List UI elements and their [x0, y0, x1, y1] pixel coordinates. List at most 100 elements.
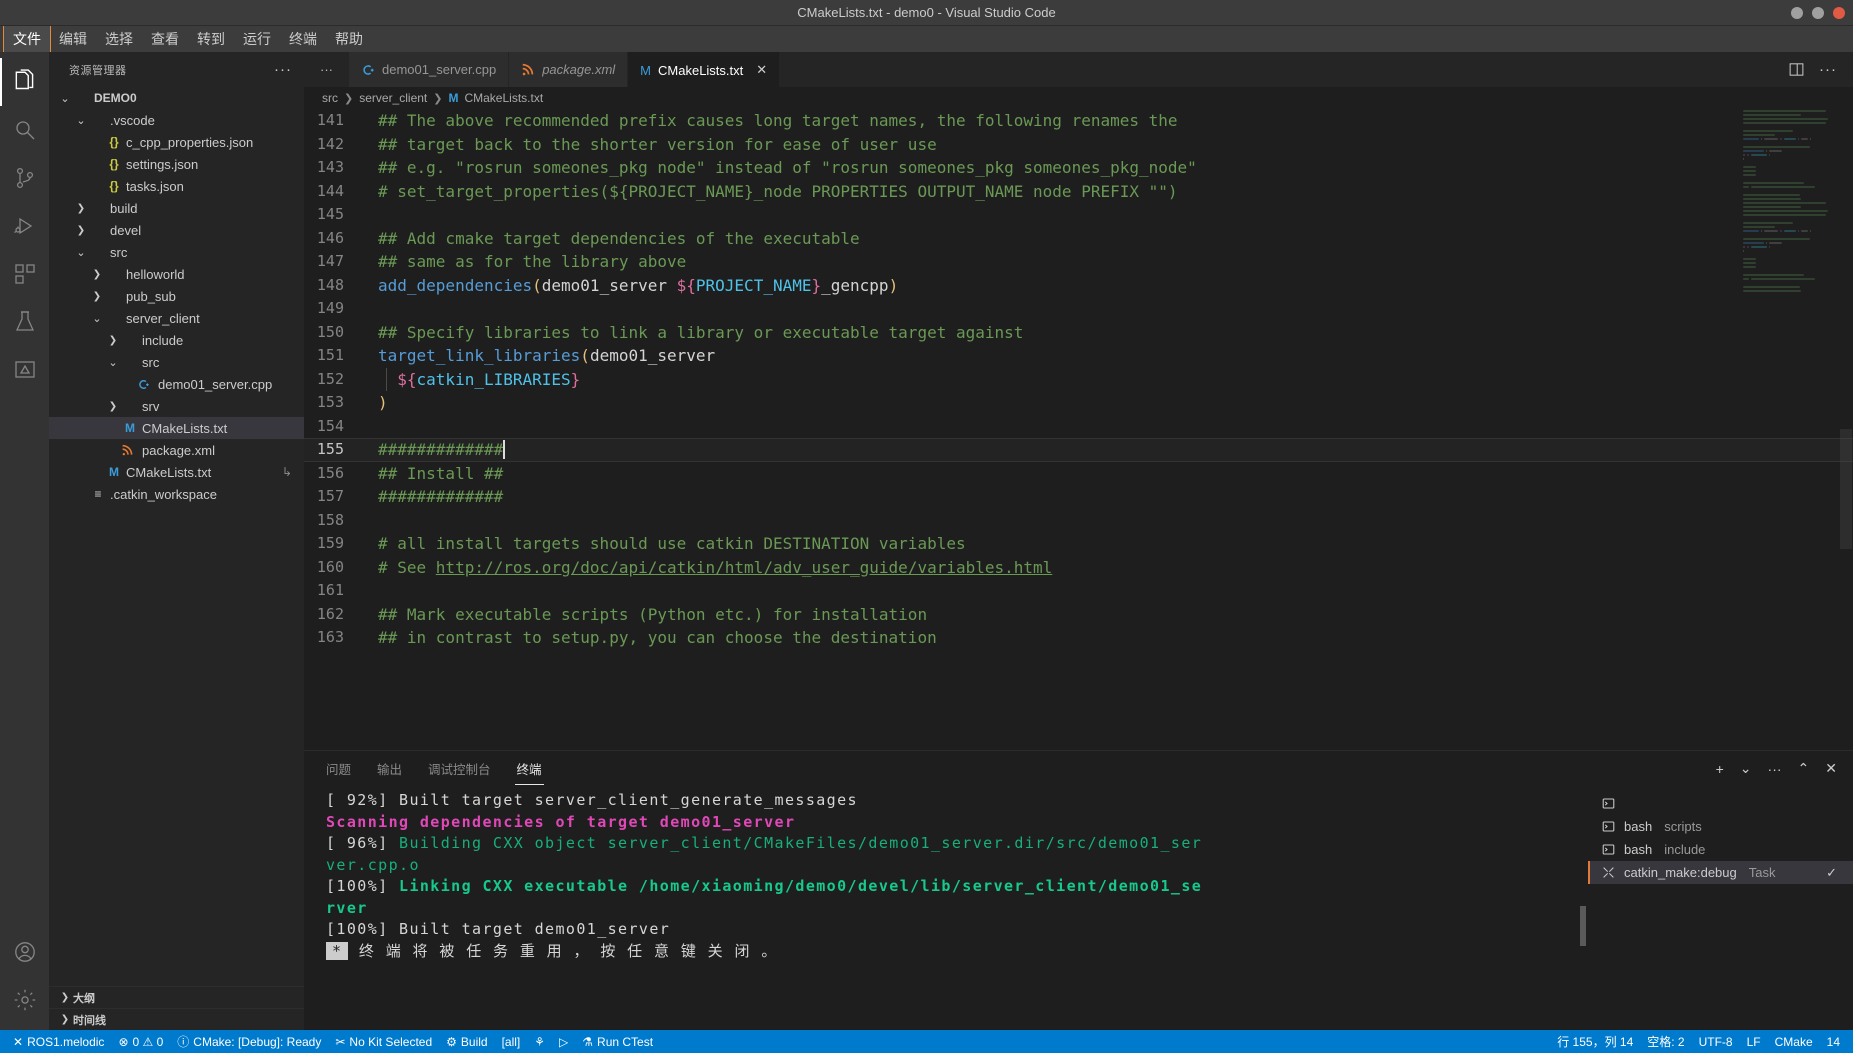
menu-item-4[interactable]: 转到: [188, 26, 234, 52]
kit-selector[interactable]: ✂ No Kit Selected: [328, 1035, 439, 1049]
menu-item-7[interactable]: 帮助: [326, 26, 372, 52]
close-button[interactable]: [1833, 7, 1845, 19]
build-button[interactable]: ⚙ Build: [439, 1035, 494, 1049]
split-editor-icon[interactable]: [1788, 61, 1805, 78]
menu-item-6[interactable]: 终端: [280, 26, 326, 52]
sidebar-section-1[interactable]: ❯ 时间线: [49, 1008, 304, 1030]
line-number: 150: [316, 322, 344, 341]
panel-tab-1[interactable]: 输出: [375, 751, 404, 787]
editor-tab-2[interactable]: M CMakeLists.txt ✕: [628, 52, 781, 87]
tree-item-settings-json[interactable]: {} settings.json: [49, 153, 304, 175]
breadcrumb-item-2[interactable]: CMakeLists.txt: [464, 91, 543, 105]
editor-tab-label: package.xml: [542, 62, 616, 77]
cmake-status[interactable]: ⓘ CMake: [Debug]: Ready: [170, 1033, 328, 1050]
editor-tab-0[interactable]: demo01_server.cpp: [349, 52, 510, 87]
problems[interactable]: ⊗ 0 ⚠ 0: [111, 1035, 170, 1049]
tree-item-src[interactable]: ⌄ src: [49, 351, 304, 373]
terminal-list-item-1[interactable]: bash scripts: [1588, 815, 1853, 838]
code-line-161: 161: [304, 579, 1853, 603]
launch-button[interactable]: ▷: [552, 1035, 575, 1049]
activity-item-search[interactable]: [0, 106, 49, 154]
tree-item-tasks-json[interactable]: {} tasks.json: [49, 175, 304, 197]
menu-item-3[interactable]: 查看: [142, 26, 188, 52]
minimize-button[interactable]: [1791, 7, 1803, 19]
editor-scrollbar-thumb[interactable]: [1840, 429, 1852, 549]
new-terminal-icon[interactable]: +: [1716, 761, 1724, 777]
close-panel-icon[interactable]: ✕: [1825, 760, 1837, 777]
terminal-list-item-0[interactable]: [1588, 792, 1853, 815]
tree-item-srv[interactable]: ❯ srv: [49, 395, 304, 417]
tree-item-label: build: [110, 200, 138, 216]
tree-item-helloworld[interactable]: ❯ helloworld: [49, 263, 304, 285]
activity-item-cmake[interactable]: [0, 346, 49, 394]
terminal-line-4: [100%] Linking CXX executable /home/xiao…: [326, 876, 1588, 898]
tree-item-server-client[interactable]: ⌄ server_client: [49, 307, 304, 329]
terminal-list-item-3[interactable]: catkin_make:debug Task ✓: [1588, 861, 1853, 884]
debug-button[interactable]: ⚘: [527, 1035, 552, 1049]
panel-more-icon[interactable]: ···: [1768, 761, 1782, 777]
activity-item-run-debug[interactable]: [0, 202, 49, 250]
code-editor[interactable]: 141 ## The above recommended prefix cause…: [304, 109, 1853, 750]
terminal-scrollbar-thumb[interactable]: [1580, 906, 1586, 946]
tree-item-label: c_cpp_properties.json: [126, 134, 254, 150]
tree-item-devel[interactable]: ❯ devel: [49, 219, 304, 241]
menu-item-1[interactable]: 编辑: [50, 26, 96, 52]
remote-indicator[interactable]: ✕ ROS1.melodic: [6, 1035, 111, 1049]
tab-overflow-button[interactable]: ···: [304, 52, 349, 87]
menu-item-0[interactable]: 文件: [3, 25, 51, 53]
tree-item-include[interactable]: ❯ include: [49, 329, 304, 351]
line-number: 154: [316, 416, 344, 435]
language-mode[interactable]: CMake: [1768, 1035, 1820, 1049]
eol[interactable]: LF: [1740, 1035, 1768, 1049]
activity-item-explorer[interactable]: [0, 58, 49, 106]
tree-item-c-cpp-properties-json[interactable]: {} c_cpp_properties.json: [49, 131, 304, 153]
ctest-button[interactable]: ⚗ Run CTest: [575, 1035, 660, 1049]
breadcrumb-item-1[interactable]: server_client: [359, 91, 427, 105]
text-cursor: [503, 440, 506, 459]
code-text: # set_target_properties(${PROJECT_NAME}_…: [370, 180, 1178, 204]
editor-more-icon[interactable]: ···: [1819, 61, 1837, 78]
maximize-panel-icon[interactable]: ⌃: [1798, 760, 1810, 777]
menu-item-5[interactable]: 运行: [234, 26, 280, 52]
tree-item-package-xml[interactable]: package.xml: [49, 439, 304, 461]
tree-item--vscode[interactable]: ⌄ .vscode: [49, 109, 304, 131]
tree-item-demo01-server-cpp[interactable]: demo01_server.cpp: [49, 373, 304, 395]
window-title: CMakeLists.txt - demo0 - Visual Studio C…: [797, 5, 1056, 20]
tree-item-demo0[interactable]: ⌄ DEMO0: [49, 87, 304, 109]
notifications[interactable]: 14: [1820, 1035, 1847, 1049]
panel-tab-2[interactable]: 调试控制台: [426, 751, 493, 787]
tree-item-cmakelists-txt[interactable]: M CMakeLists.txt: [49, 417, 304, 439]
tree-item--catkin-workspace[interactable]: ≡ .catkin_workspace: [49, 483, 304, 505]
maximize-button[interactable]: [1812, 7, 1824, 19]
sidebar-section-0[interactable]: ❯ 大纲: [49, 986, 304, 1008]
indentation[interactable]: 空格: 2: [1640, 1033, 1691, 1050]
panel-tab-0[interactable]: 问题: [324, 751, 353, 787]
terminal-output[interactable]: [ 92%] Built target server_client_genera…: [304, 786, 1588, 1030]
terminal-list-item-2[interactable]: bash include: [1588, 838, 1853, 861]
activity-item-accounts[interactable]: [0, 928, 49, 976]
code-token: }: [811, 275, 822, 295]
cursor-position[interactable]: 行 155，列 14: [1550, 1033, 1640, 1050]
close-icon[interactable]: ✕: [756, 62, 767, 78]
activity-item-source-control[interactable]: [0, 154, 49, 202]
plain-file-icon: ≡: [94, 487, 102, 501]
tree-item-cmakelists-txt[interactable]: M CMakeLists.txt ↳: [49, 461, 304, 483]
panel-tab-3[interactable]: 终端: [514, 751, 544, 787]
build-target[interactable]: [all]: [495, 1035, 528, 1049]
editor-scrollbar[interactable]: [1839, 109, 1853, 750]
tree-item-src[interactable]: ⌄ src: [49, 241, 304, 263]
activity-item-manage[interactable]: [0, 976, 49, 1024]
activity-item-extensions[interactable]: [0, 250, 49, 298]
activity-item-testing[interactable]: [0, 298, 49, 346]
breadcrumb-item-0[interactable]: src: [322, 91, 338, 105]
encoding[interactable]: UTF-8: [1692, 1035, 1740, 1049]
terminal-dropdown-icon[interactable]: ⌄: [1740, 760, 1752, 777]
sidebar-more-icon[interactable]: ···: [274, 61, 292, 78]
code-line-160: 160 # See http://ros.org/doc/api/catkin/h…: [304, 556, 1853, 580]
tree-item-pub-sub[interactable]: ❯ pub_sub: [49, 285, 304, 307]
tree-item-build[interactable]: ❯ build: [49, 197, 304, 219]
editor-tab-1[interactable]: package.xml: [509, 52, 629, 87]
terminal-line-1: Scanning dependencies of target demo01_s…: [326, 812, 1588, 834]
activity-bar-bottom: [0, 928, 49, 1030]
menu-item-2[interactable]: 选择: [96, 26, 142, 52]
